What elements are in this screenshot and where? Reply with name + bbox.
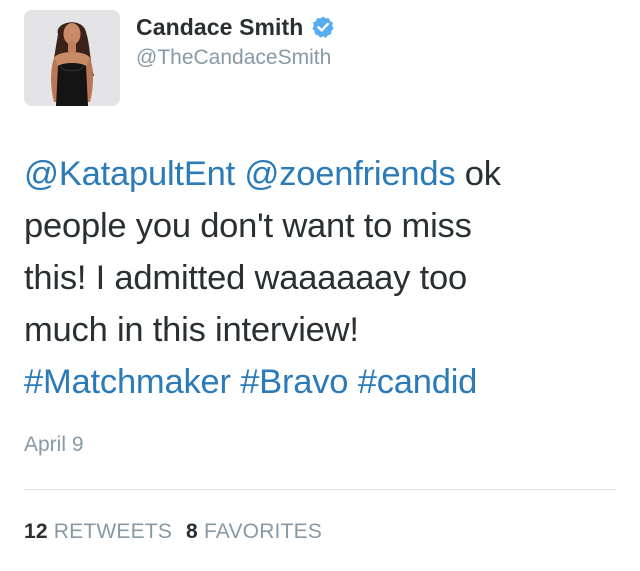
retweets-stat[interactable]: 12 RETWEETS <box>24 520 172 544</box>
profile-photo <box>24 10 120 106</box>
tweet-line-2: people you don't want to miss <box>24 207 472 245</box>
tweet-line-4: much in this interview! <box>24 311 359 349</box>
divider <box>24 489 616 490</box>
tweet-line-1-text: ok <box>455 155 501 193</box>
hashtag-link-bravo[interactable]: #Bravo <box>240 363 348 401</box>
tweet-stats: 12 RETWEETS 8 FAVORITES <box>24 520 322 544</box>
avatar[interactable] <box>24 10 120 106</box>
tweet-card: Candace Smith @TheCandaceSmith @Katapult… <box>0 0 640 571</box>
mention-link-katapultent[interactable]: @KatapultEnt <box>24 155 235 193</box>
user-names: Candace Smith @TheCandaceSmith <box>136 12 335 70</box>
tweet-line-3: this! I admitted waaaaaay too <box>24 259 467 297</box>
name-row: Candace Smith <box>136 12 335 42</box>
tweet-text: @KatapultEnt @zoenfriends ok people you … <box>24 148 624 408</box>
hashtag-link-matchmaker[interactable]: #Matchmaker <box>24 363 231 401</box>
tweet-header: Candace Smith @TheCandaceSmith <box>24 10 335 106</box>
display-name[interactable]: Candace Smith <box>136 14 303 41</box>
favorites-stat[interactable]: 8 FAVORITES <box>186 520 322 544</box>
tweet-line-1: @KatapultEnt @zoenfriends ok <box>24 148 624 200</box>
favorites-count: 8 <box>186 520 198 543</box>
favorites-label: FAVORITES <box>203 520 323 543</box>
hashtag-link-candid[interactable]: #candid <box>358 363 478 401</box>
mention-link-zoenfriends[interactable]: @zoenfriends <box>244 155 455 193</box>
tweet-line-5: #Matchmaker #Bravo #candid <box>24 356 624 408</box>
retweets-label: RETWEETS <box>53 520 173 543</box>
user-handle[interactable]: @TheCandaceSmith <box>136 46 335 70</box>
tweet-date[interactable]: April 9 <box>24 433 84 457</box>
retweets-count: 12 <box>24 520 48 543</box>
verified-badge-icon <box>311 15 335 39</box>
